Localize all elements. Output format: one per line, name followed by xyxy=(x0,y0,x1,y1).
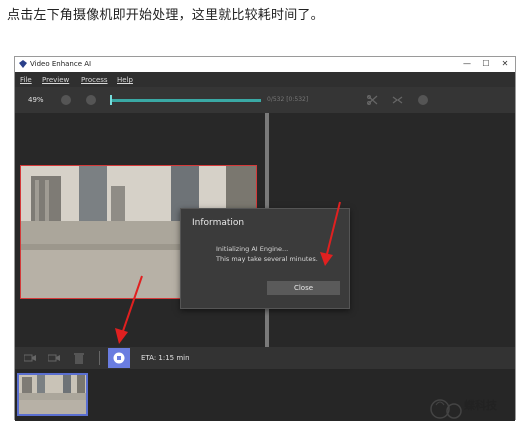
dialog-message-line1: Initializing AI Engine... xyxy=(216,245,289,253)
close-window-button[interactable]: ✕ xyxy=(498,58,512,70)
article-caption: 点击左下角摄像机即开始处理，这里就比较耗时间了。 xyxy=(7,8,324,23)
timeline-progress[interactable] xyxy=(111,99,261,102)
frame-counter: 0/532 [0:532] xyxy=(267,96,309,103)
timeline-marker[interactable] xyxy=(110,95,112,105)
watermark-logo-icon xyxy=(430,399,462,419)
stop-processing-button[interactable] xyxy=(108,348,130,368)
skip-back-icon[interactable] xyxy=(61,95,71,105)
dialog-message-line2: This may take several minutes. xyxy=(216,255,318,263)
record-icon[interactable] xyxy=(418,95,428,105)
menu-help[interactable]: Help xyxy=(117,76,133,84)
menu-preview[interactable]: Preview xyxy=(42,76,69,84)
window-title: Video Enhance AI xyxy=(30,60,92,68)
bottom-separator xyxy=(99,351,100,365)
title-bar: Video Enhance AI — ☐ ✕ xyxy=(15,57,515,72)
menu-process[interactable]: Process xyxy=(81,76,108,84)
toolbar: 49% 0/532 [0:532] xyxy=(15,87,515,113)
trash-icon[interactable] xyxy=(73,352,85,364)
app-logo-icon xyxy=(19,60,27,68)
app-window: Video Enhance AI — ☐ ✕ File Preview Proc… xyxy=(14,56,516,421)
cut-icon[interactable] xyxy=(367,95,378,105)
minimize-button[interactable]: — xyxy=(460,58,474,70)
video-thumbnail[interactable] xyxy=(17,373,88,416)
watermark-text: 蝶科技 xyxy=(464,399,497,412)
zoom-level[interactable]: 49% xyxy=(28,96,44,104)
menu-file[interactable]: File xyxy=(20,76,32,84)
pause-icon[interactable] xyxy=(86,95,96,105)
timeline-progress-fill xyxy=(111,99,261,102)
dialog-title: Information xyxy=(192,218,245,228)
maximize-button[interactable]: ☐ xyxy=(479,58,493,70)
camera-alt-icon[interactable] xyxy=(48,352,60,364)
dialog-close-button[interactable]: Close xyxy=(267,281,340,295)
eta-label: ETA: 1:15 min xyxy=(141,354,190,362)
menu-bar: File Preview Process Help xyxy=(15,72,515,87)
information-dialog: Information Initializing AI Engine... Th… xyxy=(180,208,350,309)
compare-icon[interactable] xyxy=(392,95,403,105)
thumbnail-image xyxy=(19,375,86,414)
camera-icon[interactable] xyxy=(24,352,36,364)
stop-icon xyxy=(113,352,125,364)
bottom-bar: ETA: 1:15 min xyxy=(15,347,515,369)
watermark: 蝶科技 xyxy=(430,395,497,425)
